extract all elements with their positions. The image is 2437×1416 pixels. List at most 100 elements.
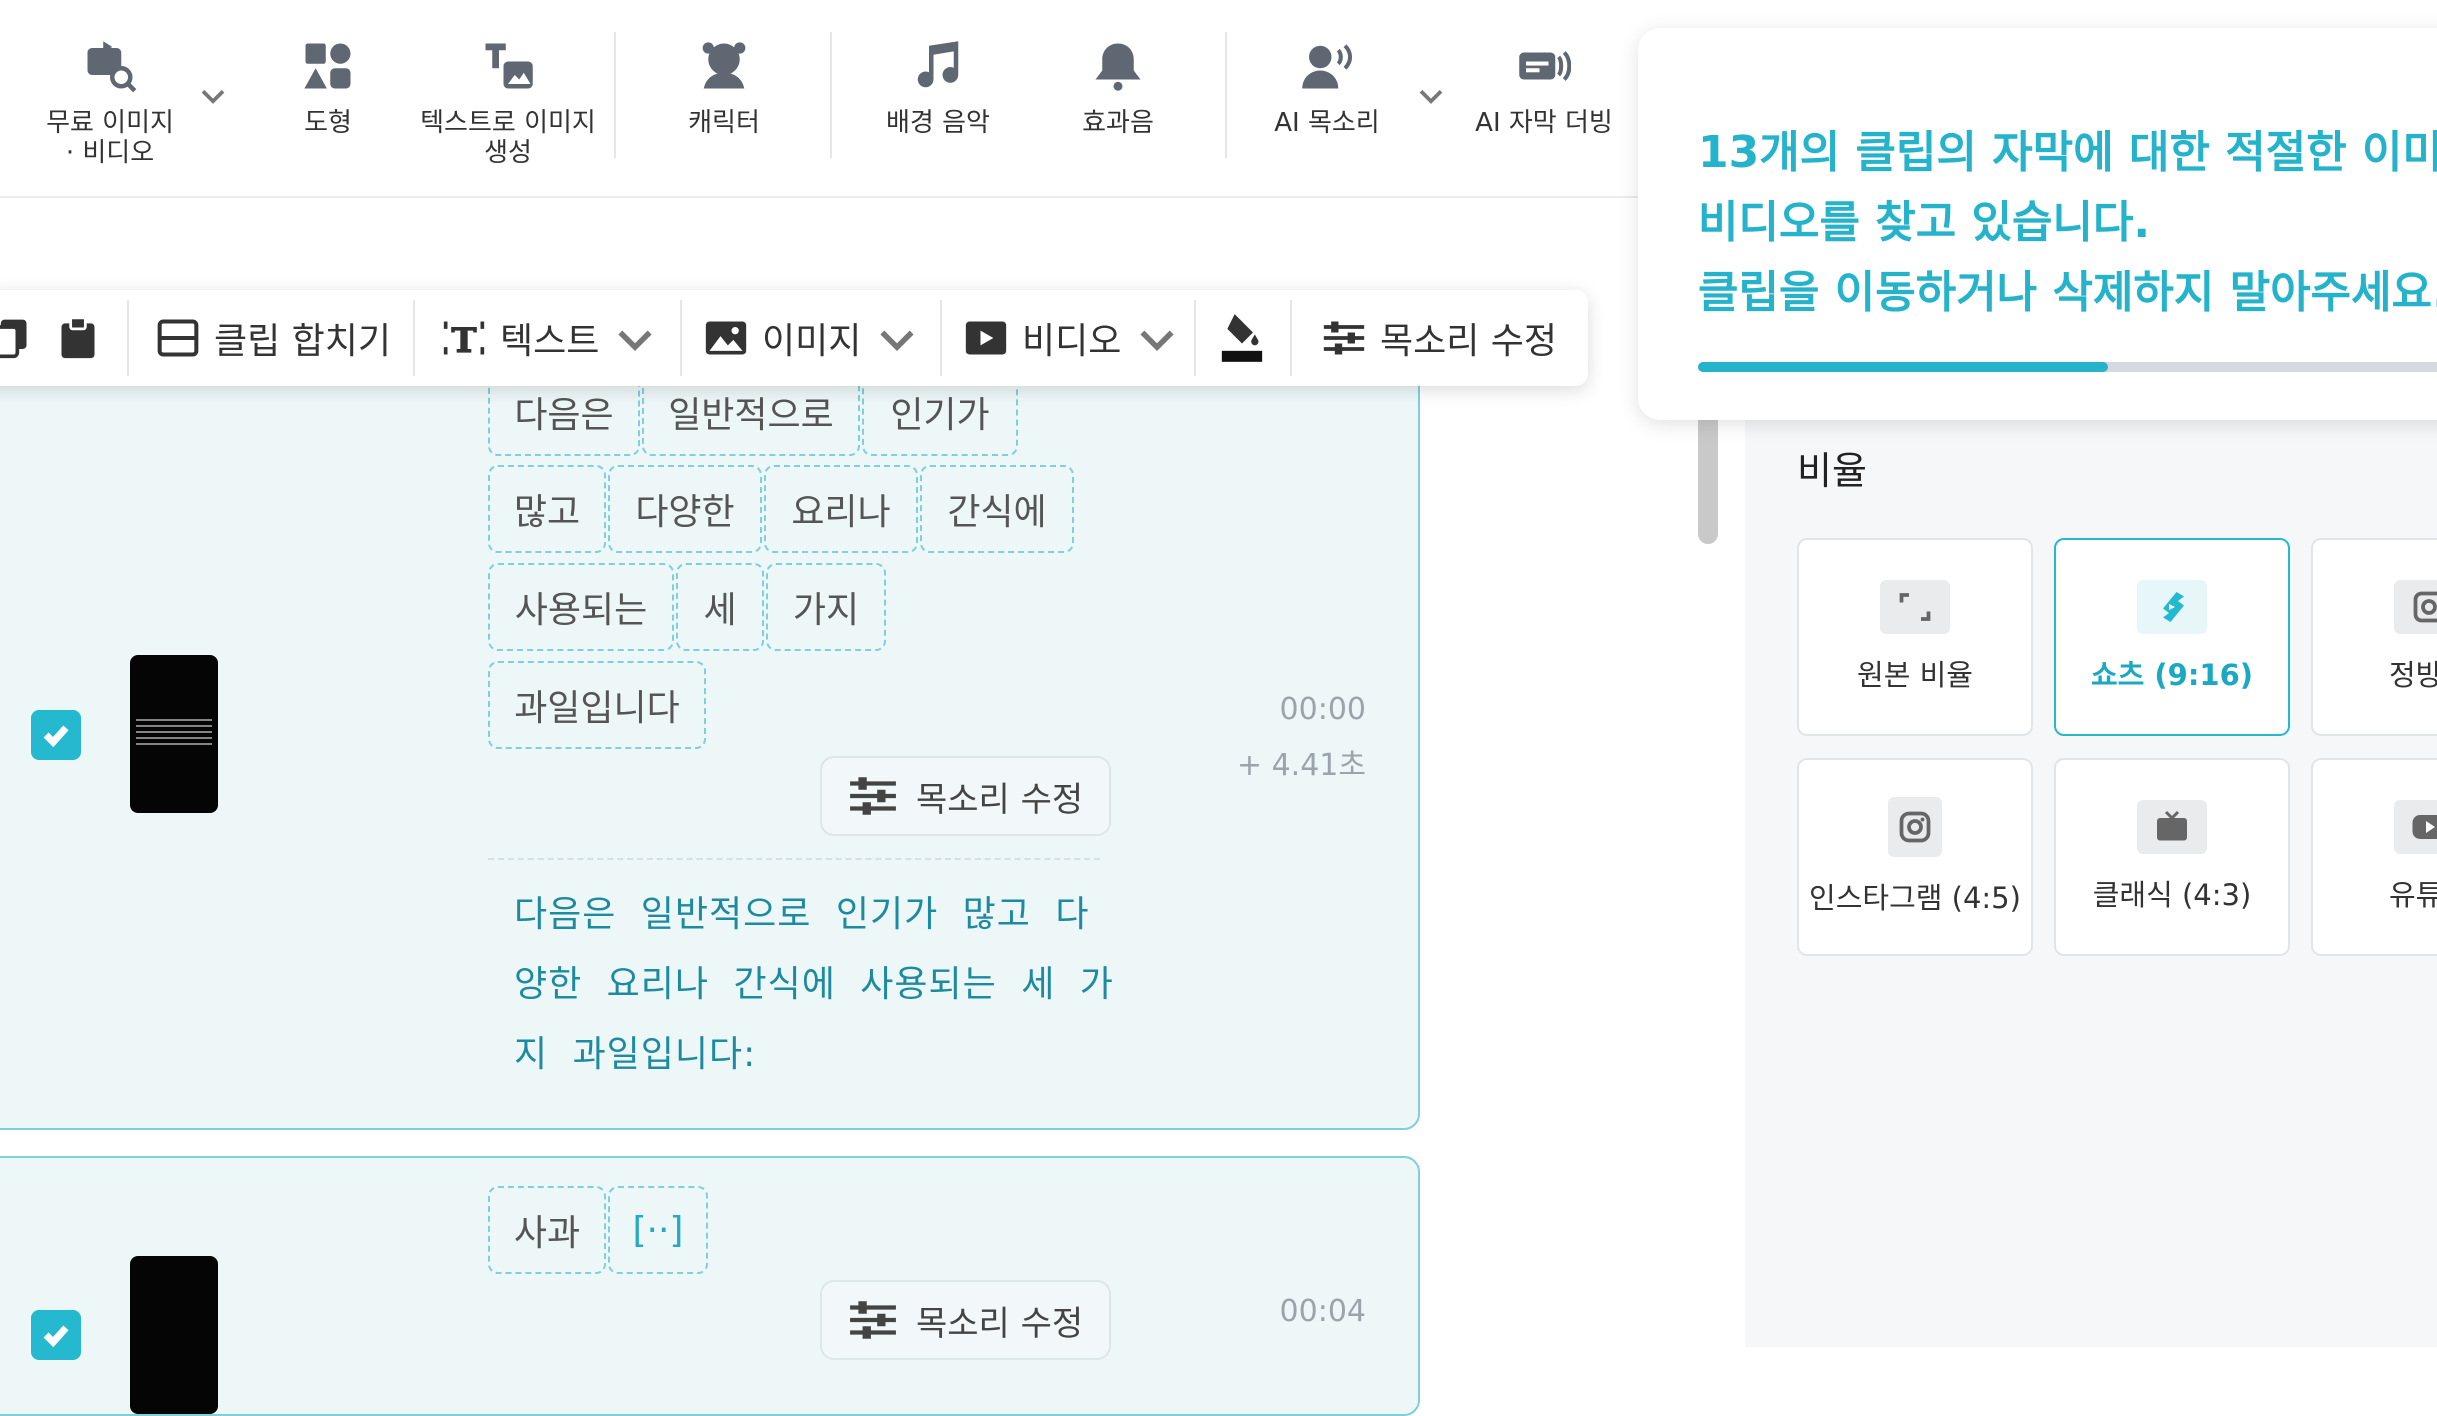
copy-button[interactable] xyxy=(0,290,32,386)
tool-background-music[interactable]: 배경 음악 xyxy=(870,38,1006,138)
image-icon xyxy=(704,316,748,360)
ratio-option-shorts[interactable]: 쇼츠 (9:16) xyxy=(2054,538,2290,736)
sliders-icon xyxy=(1322,316,1366,360)
toolbar-divider xyxy=(1290,300,1292,376)
tool-shapes[interactable]: 도형 xyxy=(268,38,388,138)
editor-scrollbar[interactable] xyxy=(1698,408,1718,544)
tool-label: 캐릭터 xyxy=(688,108,760,138)
image-menu-label: 이미지 xyxy=(762,312,861,364)
ratio-option-instagram[interactable]: 인스타그램 (4:5) xyxy=(1797,758,2033,956)
clip-caption[interactable]: 다음은 일반적으로 인기가 많고 다 양한 요리나 간식에 사용되는 세 가 지… xyxy=(514,880,1114,1090)
video-menu-label: 비디오 xyxy=(1022,312,1121,364)
character-icon xyxy=(696,38,752,94)
edit-voice-button[interactable]: 목소리 수정 xyxy=(820,756,1111,836)
check-icon xyxy=(39,718,73,752)
clip-duration: + 4.41초 xyxy=(1160,740,1366,784)
clip-start-time: 00:04 xyxy=(1160,1294,1366,1329)
toolbar-divider xyxy=(127,300,129,376)
fill-color-button[interactable] xyxy=(1220,290,1264,386)
toolbar-divider xyxy=(614,32,616,158)
tool-free-image-video[interactable]: 무료 이미지 · 비디오 xyxy=(40,38,180,168)
tool-label: 배경 음악 xyxy=(886,108,990,138)
chevron-down-icon[interactable] xyxy=(1416,80,1446,110)
edit-voice-button[interactable]: 목소리 수정 xyxy=(820,1280,1111,1360)
ratio-option-square[interactable]: 정방형 xyxy=(2311,538,2437,736)
music-icon xyxy=(910,38,966,94)
edit-voice-label: 목소리 수정 xyxy=(916,1296,1083,1345)
ratio-label: 정방형 xyxy=(2389,652,2437,694)
ratio-label: 쇼츠 (9:16) xyxy=(2091,652,2253,694)
ratio-option-original[interactable]: 원본 비율 xyxy=(1797,538,2033,736)
tool-label: 효과음 xyxy=(1082,108,1154,138)
clip-thumbnail[interactable] xyxy=(130,655,218,813)
chevron-down-icon xyxy=(875,316,919,360)
ratio-option-youtube[interactable]: 유튜브 xyxy=(2311,758,2437,956)
top-toolbar: 무료 이미지 · 비디오 도형 텍스트로 이미지 생성 캐릭터 배경 음악 xyxy=(0,0,1680,198)
progress-bar xyxy=(1698,362,2437,372)
ratio-label: 원본 비율 xyxy=(1857,652,1973,694)
caption-line: 다음은 일반적으로 인기가 많고 다 xyxy=(514,880,1114,950)
tool-label: AI 자막 더빙 xyxy=(1475,108,1613,138)
tool-label: AI 목소리 xyxy=(1274,108,1379,138)
ratio-option-classic[interactable]: 클래식 (4:3) xyxy=(2054,758,2290,956)
square-icon xyxy=(2394,580,2437,634)
clip-divider xyxy=(488,858,1100,860)
tool-text-to-image[interactable]: 텍스트로 이미지 생성 xyxy=(415,38,601,168)
text-menu-label: 텍스트 xyxy=(500,312,599,364)
notice-line: 비디오를 찾고 있습니다. xyxy=(1698,188,2437,258)
notice-message: 13개의 클립의 자막에 대한 적절한 이미지와 비디오를 찾고 있습니다. 클… xyxy=(1698,118,2437,328)
ai-dubbing-icon xyxy=(1516,38,1572,94)
caption-line: 양한 요리나 간식에 사용되는 세 가 xyxy=(514,950,1114,1020)
tool-character[interactable]: 캐릭터 xyxy=(660,38,788,138)
word-chip[interactable]: 사과 xyxy=(488,1186,606,1274)
sliders-icon xyxy=(848,1298,898,1342)
tool-sound-effects[interactable]: 효과음 xyxy=(1060,38,1176,138)
toolbar-divider xyxy=(940,300,942,376)
clip-checkbox[interactable] xyxy=(31,1310,81,1360)
word-chip[interactable]: 세 xyxy=(676,563,764,651)
word-chip[interactable]: 간식에 xyxy=(920,465,1074,553)
clip-thumbnail[interactable] xyxy=(130,1256,218,1414)
chevron-down-icon xyxy=(613,316,657,360)
tool-label: 무료 이미지 xyxy=(46,108,174,138)
shapes-icon xyxy=(300,38,356,94)
toolbar-divider xyxy=(830,32,832,158)
word-chip[interactable]: 많고 xyxy=(488,465,606,553)
video-menu-button[interactable]: 비디오 xyxy=(964,290,1179,386)
video-icon xyxy=(964,316,1008,360)
image-menu-button[interactable]: 이미지 xyxy=(704,290,919,386)
clip-floating-toolbar: 클립 합치기 텍스트 이미지 비디오 목소리 수정 xyxy=(0,290,1588,386)
tv-icon xyxy=(2137,800,2207,854)
word-chip[interactable]: [··] xyxy=(608,1186,708,1274)
toolbar-divider xyxy=(680,300,682,376)
instagram-icon xyxy=(1888,797,1942,857)
chevron-down-icon xyxy=(1135,316,1179,360)
edit-voice-toolbar-button[interactable]: 목소리 수정 xyxy=(1322,290,1557,386)
merge-clips-button[interactable]: 클립 합치기 xyxy=(156,290,391,386)
clipboard-icon xyxy=(56,316,100,360)
ai-voice-icon xyxy=(1299,38,1355,94)
tool-ai-voice[interactable]: AI 목소리 xyxy=(1262,38,1392,138)
chevron-down-icon[interactable] xyxy=(198,80,228,110)
text-menu-button[interactable]: 텍스트 xyxy=(442,290,657,386)
clip-checkbox[interactable] xyxy=(31,710,81,760)
paste-button[interactable] xyxy=(56,290,100,386)
processing-notice: 13개의 클립의 자막에 대한 적절한 이미지와 비디오를 찾고 있습니다. 클… xyxy=(1638,28,2437,420)
word-chip[interactable]: 다양한 xyxy=(608,465,762,553)
tool-label-2: 생성 xyxy=(484,138,532,168)
ratio-label: 인스타그램 (4:5) xyxy=(1809,875,2021,917)
progress-fill xyxy=(1698,362,2108,372)
word-chip[interactable]: 사용되는 xyxy=(488,563,674,651)
copy-icon xyxy=(0,316,32,360)
word-chip[interactable]: 요리나 xyxy=(764,465,918,553)
tool-ai-dubbing[interactable]: AI 자막 더빙 xyxy=(1470,38,1618,138)
youtube-icon xyxy=(2394,800,2437,854)
clip-start-time: 00:00 xyxy=(1160,692,1366,727)
word-chip[interactable]: 가지 xyxy=(766,563,886,651)
merge-icon xyxy=(156,316,200,360)
original-ratio-icon xyxy=(1880,580,1950,634)
toolbar-divider xyxy=(413,300,415,376)
word-chip[interactable]: 과일입니다 xyxy=(488,661,706,749)
image-search-icon xyxy=(82,38,138,94)
paint-bucket-icon xyxy=(1220,310,1264,366)
